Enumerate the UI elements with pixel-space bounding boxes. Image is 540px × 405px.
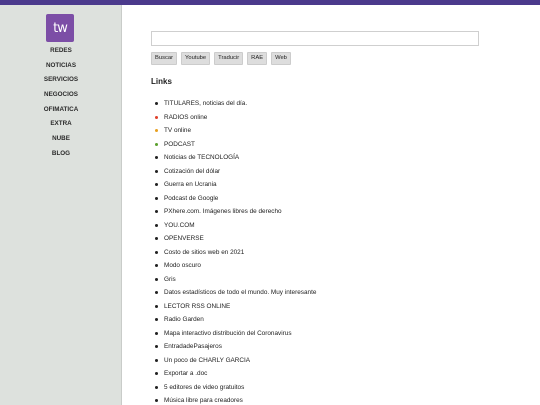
link-label: Cotización del dólar	[164, 167, 221, 175]
link-item[interactable]: Guerra en Ucrania	[155, 178, 316, 192]
bullet-icon	[155, 358, 158, 362]
link-item[interactable]: Exportar a .doc	[155, 367, 316, 381]
sidebar-item-noticias[interactable]: NOTICIAS	[0, 59, 122, 74]
link-item[interactable]: Costo de sitios web en 2021	[155, 246, 316, 260]
youtube-button[interactable]: Youtube	[181, 52, 211, 65]
link-label: EntradadePasajeros	[164, 343, 222, 350]
link-item[interactable]: EntradadePasajeros	[155, 340, 316, 354]
link-item[interactable]: 5 editores de video gratuitos	[155, 381, 316, 395]
link-label: LECTOR RSS ONLINE	[164, 302, 231, 310]
bullet-icon	[155, 223, 158, 227]
link-item[interactable]: Modo oscuro	[155, 259, 316, 273]
link-item[interactable]: PODCAST	[155, 138, 316, 152]
sidebar-item-redes[interactable]: REDES	[0, 44, 122, 59]
sidebar-item-extra[interactable]: EXTRA	[0, 117, 122, 132]
link-label: TITULARES, noticias del día.	[164, 100, 248, 107]
link-item[interactable]: OPENVERSE	[155, 232, 316, 246]
sidebar-item-blog[interactable]: BLOG	[0, 147, 122, 162]
sidebar: tw REDES NOTICIAS SERVICIOS NEGOCIOS OFI…	[0, 5, 122, 405]
bullet-icon	[155, 102, 158, 106]
link-item[interactable]: Un poco de CHARLY GARCIA	[155, 354, 316, 368]
link-label: YOU.COM	[164, 221, 195, 229]
link-item[interactable]: Música libre para creadores	[155, 394, 316, 405]
bullet-icon	[155, 183, 158, 187]
bullet-icon	[155, 196, 158, 200]
link-item[interactable]: Datos estadísticos de todo el mundo. Muy…	[155, 286, 316, 300]
bullet-icon	[155, 372, 158, 376]
buscar-button[interactable]: Buscar	[151, 52, 178, 65]
logo-text: tw	[53, 20, 68, 36]
link-item[interactable]: Mapa interactivo distribución del Corona…	[155, 327, 316, 341]
links-list: TITULARES, noticias del día. RADIOS onlin…	[155, 97, 316, 405]
bullet-icon	[155, 331, 158, 335]
link-item[interactable]: Noticias de TECNOLOGÍA	[155, 151, 316, 165]
link-label: Un poco de CHARLY GARCIA	[164, 356, 251, 364]
link-label: Música libre para creadores	[164, 397, 243, 404]
link-label: PXhere.com. Imágenes libres de derecho	[164, 208, 282, 215]
bullet-icon	[155, 129, 158, 133]
search-input[interactable]	[151, 31, 479, 46]
link-item[interactable]: PXhere.com. Imágenes libres de derecho	[155, 205, 316, 219]
web-button[interactable]: Web	[271, 52, 291, 65]
link-label: Costo de sitios web en 2021	[164, 248, 245, 256]
bullet-icon	[155, 385, 158, 389]
link-label: TV online	[164, 127, 191, 134]
bullet-icon	[155, 169, 158, 173]
link-item[interactable]: LECTOR RSS ONLINE	[155, 300, 316, 314]
link-label: Guerra en Ucrania	[164, 181, 217, 188]
link-label: Mapa interactivo distribución del Corona…	[164, 329, 292, 337]
bullet-icon	[155, 304, 158, 308]
link-item[interactable]: Cotización del dólar	[155, 165, 316, 179]
link-item[interactable]: Radio Garden	[155, 313, 316, 327]
link-label: Datos estadísticos de todo el mundo. Muy…	[164, 289, 317, 296]
link-label: Podcast de Google	[164, 194, 219, 202]
sidebar-menu: REDES NOTICIAS SERVICIOS NEGOCIOS OFIMAT…	[0, 44, 122, 162]
sidebar-item-servicios[interactable]: SERVICIOS	[0, 73, 122, 88]
link-label: RADIOS online	[164, 113, 208, 121]
link-label: 5 editores de video gratuitos	[164, 383, 245, 391]
bullet-icon	[155, 210, 158, 214]
link-label: Exportar a .doc	[164, 370, 208, 377]
links-heading: Links	[151, 77, 172, 86]
traducir-button[interactable]: Traducir	[214, 52, 244, 65]
bullet-icon	[155, 277, 158, 281]
bullet-icon	[155, 345, 158, 349]
sidebar-item-nube[interactable]: NUBE	[0, 132, 122, 147]
link-label: Modo oscuro	[164, 262, 201, 269]
link-item[interactable]: RADIOS online	[155, 111, 316, 125]
link-item[interactable]: Podcast de Google	[155, 192, 316, 206]
bullet-icon	[155, 399, 158, 403]
bullet-icon	[155, 318, 158, 322]
search-buttons: Buscar Youtube Traducir RAE Web	[151, 52, 291, 65]
main-content: Buscar Youtube Traducir RAE Web Links TI…	[122, 5, 540, 405]
link-item[interactable]: YOU.COM	[155, 219, 316, 233]
sidebar-item-negocios[interactable]: NEGOCIOS	[0, 88, 122, 103]
bullet-icon	[155, 291, 158, 295]
link-label: Radio Garden	[164, 316, 204, 323]
link-label: Noticias de TECNOLOGÍA	[164, 154, 240, 161]
rae-button[interactable]: RAE	[247, 52, 268, 65]
bullet-icon	[155, 237, 158, 241]
link-item[interactable]: TV online	[155, 124, 316, 138]
bullet-icon	[155, 115, 158, 119]
bullet-icon	[155, 264, 158, 268]
sidebar-item-ofimatica[interactable]: OFIMATICA	[0, 103, 122, 118]
link-item[interactable]: TITULARES, noticias del día.	[155, 97, 316, 111]
bullet-icon	[155, 142, 158, 146]
tw-logo[interactable]: tw	[46, 14, 74, 42]
link-label: Gris	[164, 275, 176, 283]
bullet-icon	[155, 156, 158, 160]
bullet-icon	[155, 250, 158, 254]
link-label: PODCAST	[164, 140, 195, 148]
link-label: OPENVERSE	[164, 235, 204, 242]
link-item[interactable]: Gris	[155, 273, 316, 287]
